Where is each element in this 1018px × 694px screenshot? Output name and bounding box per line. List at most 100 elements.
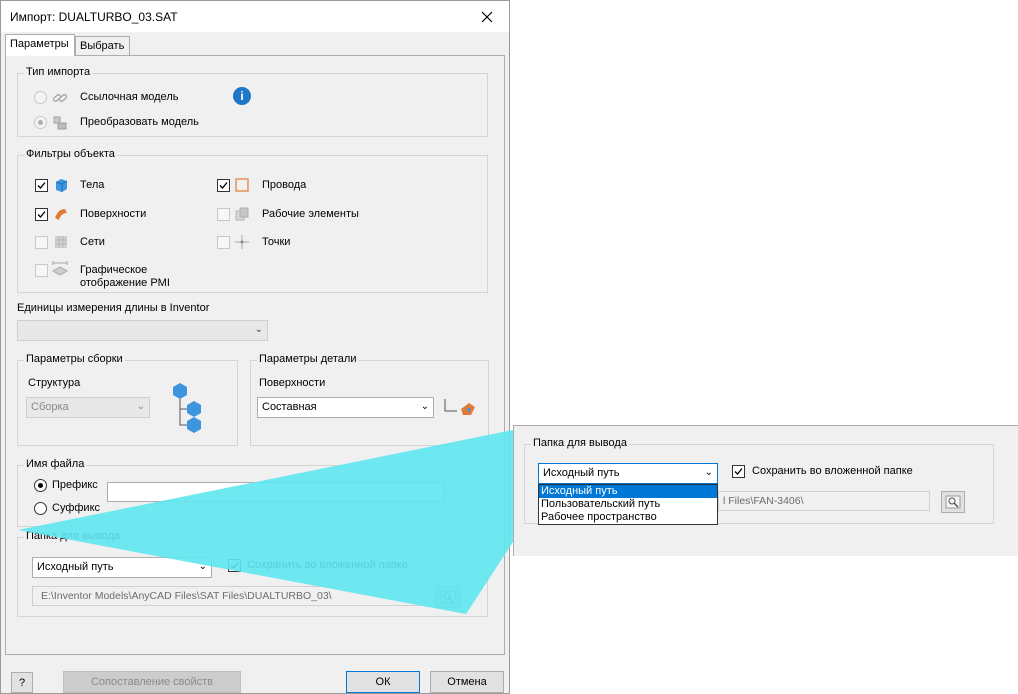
- surface-icon: [55, 209, 67, 220]
- structure-dropdown[interactable]: Сборка ⌄: [26, 397, 150, 418]
- cancel-button[interactable]: Отмена: [430, 671, 504, 693]
- tab-label: Параметры: [10, 38, 69, 50]
- composite-surface-icon: [444, 399, 475, 415]
- units-dropdown[interactable]: ⌄: [17, 320, 268, 341]
- tab-parameters[interactable]: Параметры: [5, 34, 75, 56]
- radio-prefix[interactable]: [34, 479, 47, 492]
- checkbox-surfaces[interactable]: [35, 208, 48, 221]
- checkbox-bodies[interactable]: [35, 179, 48, 192]
- pmi-label-line2: отображение PMI: [80, 277, 170, 289]
- check-icon: [37, 211, 46, 218]
- zoom-output-location-dropdown[interactable]: Исходный путь ⌄: [538, 463, 718, 484]
- filename-group: Имя файла Префикс Суффикс: [17, 458, 488, 527]
- filename-input[interactable]: [107, 482, 445, 502]
- import-type-group: Тип импорта Ссылочная модель i Преобразо…: [17, 66, 488, 137]
- window-title: Импорт: DUALTURBO_03.SAT: [10, 10, 178, 24]
- close-button[interactable]: [465, 1, 509, 32]
- chevron-down-icon: ⌄: [420, 401, 429, 412]
- map-properties-button[interactable]: Сопоставление свойств: [63, 671, 241, 693]
- zoom-output-location-value: Исходный путь: [543, 467, 620, 479]
- work-feature-icon: [235, 207, 249, 221]
- structure-value: Сборка: [31, 401, 69, 413]
- tab-select[interactable]: Выбрать: [75, 36, 130, 56]
- surfaces-label: Поверхности: [80, 208, 147, 220]
- zoom-browse-button[interactable]: [941, 491, 965, 513]
- check-icon: [219, 182, 228, 189]
- part-options-group: Параметры детали Поверхности Составная ⌄: [250, 353, 489, 446]
- radio-suffix[interactable]: [34, 502, 47, 515]
- check-icon: [734, 468, 743, 475]
- dropdown-option-custom-path[interactable]: Пользовательский путь: [539, 498, 717, 511]
- dropdown-option-source-path[interactable]: Исходный путь: [539, 485, 717, 498]
- ok-button[interactable]: ОК: [346, 671, 420, 693]
- browse-button[interactable]: [436, 586, 460, 608]
- zoom-checkbox-save-subfolder[interactable]: [732, 465, 745, 478]
- pmi-label-line1: Графическое: [80, 264, 148, 276]
- save-subfolder-label: Сохранить во вложенной папке: [247, 559, 408, 571]
- work-features-label: Рабочие элементы: [262, 208, 359, 220]
- checkbox-save-subfolder[interactable]: [228, 559, 241, 572]
- wire-icon: [235, 178, 249, 192]
- button-label: Сопоставление свойств: [90, 676, 214, 688]
- import-dialog: Импорт: DUALTURBO_03.SAT Параметры Выбра…: [0, 0, 510, 694]
- point-icon: [235, 235, 249, 249]
- group-label: Параметры сборки: [24, 353, 125, 365]
- convert-model-label: Преобразовать модель: [80, 116, 199, 128]
- group-label: Тип импорта: [24, 66, 93, 78]
- group-label: Папка для вывода: [531, 437, 629, 449]
- convert-model-icon: [53, 116, 67, 130]
- title-bar: Импорт: DUALTURBO_03.SAT: [1, 1, 509, 32]
- chevron-down-icon: ⌄: [136, 401, 145, 412]
- close-icon: [481, 11, 493, 22]
- zoomed-output-panel: Папка для вывода Исходный путь ⌄ Сохрани…: [513, 425, 1018, 556]
- help-button[interactable]: ?: [11, 672, 33, 693]
- radio-convert-model[interactable]: [34, 116, 47, 129]
- dropdown-option-workspace[interactable]: Рабочее пространство: [539, 511, 717, 524]
- chevron-down-icon: ⌄: [254, 324, 263, 335]
- chevron-down-icon: ⌄: [198, 561, 207, 572]
- button-label: ОК: [375, 676, 391, 688]
- group-label: Фильтры объекта: [24, 148, 117, 160]
- zoom-save-subfolder-label: Сохранить во вложенной папке: [752, 465, 913, 477]
- check-icon: [37, 182, 46, 189]
- tab-panel: Тип импорта Ссылочная модель i Преобразо…: [5, 55, 505, 655]
- points-label: Точки: [262, 236, 291, 248]
- checkbox-points[interactable]: [217, 236, 230, 249]
- check-icon: [230, 562, 239, 569]
- chevron-down-icon: ⌄: [704, 467, 713, 478]
- object-filters-group: Фильтры объекта Тела Провода Поверхности…: [17, 148, 488, 293]
- help-icon: ?: [18, 676, 26, 689]
- output-location-dropdown[interactable]: Исходный путь ⌄: [32, 557, 212, 578]
- body-cube-icon: [55, 179, 68, 192]
- group-label: Имя файла: [24, 458, 87, 470]
- part-surfaces-value: Составная: [262, 401, 317, 413]
- group-label: Параметры детали: [257, 353, 359, 365]
- info-icon[interactable]: i: [233, 87, 251, 105]
- checkbox-meshes[interactable]: [35, 236, 48, 249]
- zoom-output-folder-group: Папка для вывода Исходный путь ⌄ Сохрани…: [524, 437, 994, 525]
- browse-folder-icon: [945, 495, 961, 509]
- checkbox-wires[interactable]: [217, 179, 230, 192]
- wires-label: Провода: [262, 179, 307, 191]
- radio-reference-model[interactable]: [34, 91, 47, 104]
- assembly-options-group: Параметры сборки Структура Сборка ⌄: [17, 353, 238, 446]
- prefix-label: Префикс: [52, 479, 98, 491]
- assembly-structure-icon: [173, 383, 201, 433]
- part-surfaces-label: Поверхности: [259, 377, 326, 389]
- meshes-label: Сети: [80, 236, 105, 248]
- pmi-icon: [51, 261, 69, 276]
- bodies-label: Тела: [80, 179, 105, 191]
- units-label: Единицы измерения длины в Inventor: [17, 302, 210, 314]
- structure-label: Структура: [28, 377, 81, 389]
- mesh-icon: [55, 236, 67, 248]
- output-location-value: Исходный путь: [37, 561, 114, 573]
- checkbox-pmi[interactable]: [35, 264, 48, 277]
- tab-label: Выбрать: [80, 40, 125, 52]
- output-path-field: E:\Inventor Models\AnyCAD Files\SAT File…: [32, 586, 425, 606]
- checkbox-work-features[interactable]: [217, 208, 230, 221]
- link-icon: [52, 94, 68, 102]
- part-surfaces-dropdown[interactable]: Составная ⌄: [257, 397, 434, 418]
- output-folder-group: Папка для вывода Исходный путь ⌄ Сохрани…: [17, 530, 488, 617]
- browse-folder-icon: [440, 590, 456, 604]
- reference-model-label: Ссылочная модель: [80, 91, 179, 103]
